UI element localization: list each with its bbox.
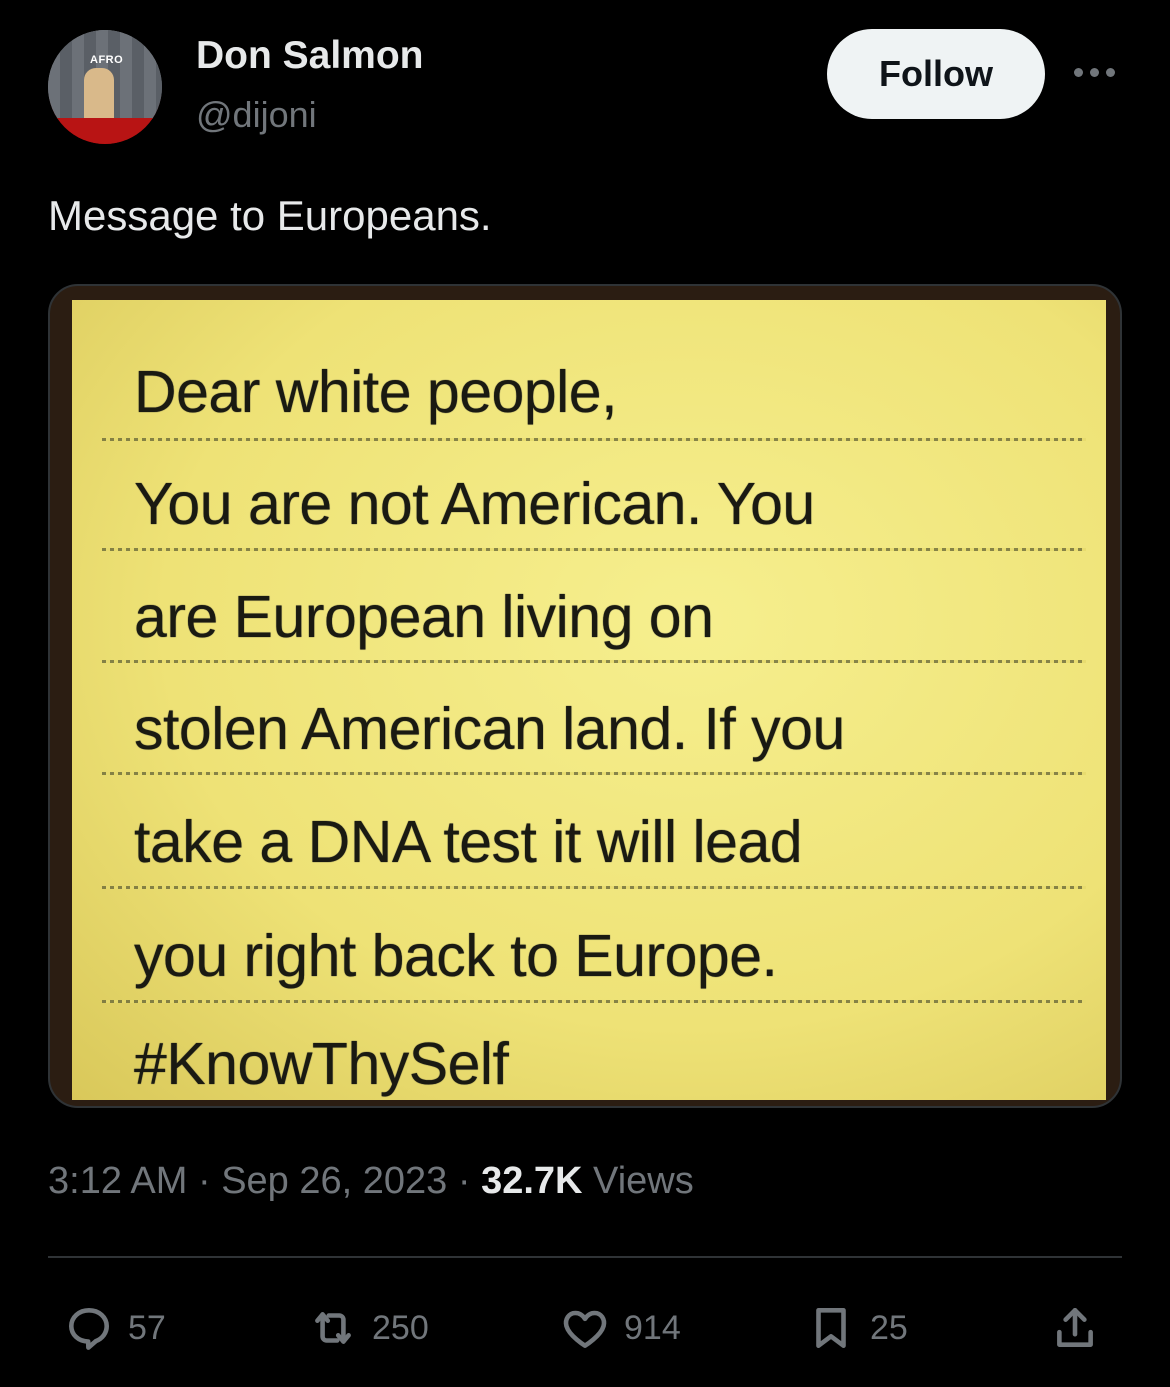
views-count: 32.7K (481, 1160, 583, 1202)
repost-icon (315, 1312, 351, 1344)
avatar-sign-text: AFRO (90, 54, 124, 66)
bookmark-button[interactable]: 25 (806, 1300, 908, 1356)
repost-button[interactable]: 250 (308, 1300, 429, 1356)
note-rule (102, 772, 1086, 775)
note-line: #KnowThySelf (134, 1031, 509, 1097)
views-label: Views (593, 1160, 694, 1202)
note-rule (102, 548, 1086, 551)
reply-count: 57 (128, 1308, 166, 1347)
tweet-time[interactable]: 3:12 AM (48, 1160, 187, 1202)
note-line: You are not American. You (134, 471, 815, 537)
follow-button[interactable]: Follow (827, 29, 1045, 119)
avatar[interactable]: AFRO (48, 30, 162, 144)
bookmark-count: 25 (870, 1308, 908, 1347)
avatar-carpet (48, 118, 162, 144)
more-icon[interactable] (1074, 60, 1120, 84)
note-line: are European living on (134, 584, 714, 650)
bookmark-icon (816, 1308, 846, 1348)
tweet-text: Message to Europeans. (48, 192, 492, 239)
note-line: you right back to Europe. (134, 923, 778, 989)
note-line: stolen American land. If you (134, 696, 845, 762)
note-rule (102, 660, 1086, 663)
note-line: Dear white people, (134, 359, 617, 425)
reply-icon (69, 1308, 110, 1350)
note-rule (102, 886, 1086, 889)
reply-button[interactable]: 57 (64, 1300, 166, 1356)
like-icon (563, 1310, 607, 1348)
like-button[interactable]: 914 (560, 1300, 681, 1356)
note-line: take a DNA test it will lead (134, 809, 803, 875)
tweet-meta: 3:12 AM · Sep 26, 2023 · 32.7K Views (48, 1160, 694, 1203)
tweet-media-image[interactable]: Dear white people, You are not American.… (48, 284, 1122, 1108)
divider (48, 1256, 1122, 1258)
note-rule (102, 1000, 1086, 1003)
more-dot (1090, 67, 1099, 77)
tweet-date[interactable]: Sep 26, 2023 (221, 1160, 447, 1202)
like-count: 914 (624, 1308, 681, 1347)
more-dot (1074, 67, 1083, 77)
meta-separator: · (187, 1160, 222, 1202)
meta-separator: · (447, 1160, 482, 1202)
author-name[interactable]: Don Salmon (196, 34, 424, 78)
more-dot (1106, 67, 1115, 77)
meta-space (582, 1160, 593, 1202)
yellow-note-paper: Dear white people, You are not American.… (72, 300, 1106, 1100)
author-handle[interactable]: @dijoni (196, 94, 317, 136)
share-icon (1057, 1308, 1093, 1347)
share-button[interactable] (1050, 1300, 1100, 1356)
repost-count: 250 (372, 1308, 429, 1347)
note-rule (102, 438, 1086, 441)
